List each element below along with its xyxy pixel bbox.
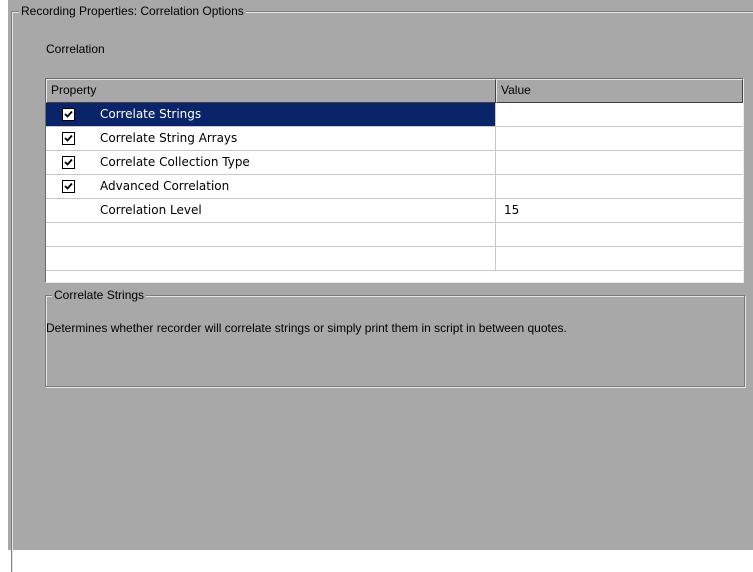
property-label: Correlation Level xyxy=(100,203,202,217)
property-label: Correlate String Arrays xyxy=(100,131,238,145)
checkbox-checked-icon[interactable] xyxy=(62,132,75,145)
checkbox-checked-icon[interactable] xyxy=(62,156,75,169)
grid-header: Property Value xyxy=(46,79,743,103)
property-label: Correlate Strings xyxy=(100,107,202,121)
property-cell[interactable] xyxy=(46,247,496,271)
property-label: Correlate Collection Type xyxy=(100,155,250,169)
checkbox-checked-icon[interactable] xyxy=(62,180,75,193)
grid-row-advanced-correlation[interactable]: Advanced Correlation xyxy=(46,175,743,199)
grid-row-correlation-level[interactable]: Correlation Level 15 xyxy=(46,199,743,223)
property-cell[interactable]: Correlate Strings xyxy=(46,103,496,127)
value-cell[interactable] xyxy=(496,151,743,175)
property-label: Advanced Correlation xyxy=(100,179,230,193)
properties-panel: Recording Properties: Correlation Option… xyxy=(8,0,753,572)
group-title: Recording Properties: Correlation Option… xyxy=(19,3,246,19)
description-text: Determines whether recorder will correla… xyxy=(46,321,567,335)
grid-row-empty[interactable] xyxy=(46,223,743,247)
grid-row-empty[interactable] xyxy=(46,247,743,271)
property-grid[interactable]: Property Value Correlate Strings Correla… xyxy=(45,78,744,283)
value-cell[interactable] xyxy=(496,103,743,127)
description-group: Correlate Strings Determines whether rec… xyxy=(45,287,745,387)
property-cell[interactable] xyxy=(46,223,496,247)
checkbox-checked-icon[interactable] xyxy=(62,108,75,121)
description-title: Correlate Strings xyxy=(52,287,147,303)
property-cell[interactable]: Correlate String Arrays xyxy=(46,127,496,151)
value-cell[interactable] xyxy=(496,175,743,199)
grid-rows: Correlate Strings Correlate String Array… xyxy=(46,103,743,271)
value-cell[interactable] xyxy=(496,247,743,271)
grid-row-correlate-collection-type[interactable]: Correlate Collection Type xyxy=(46,151,743,175)
grid-row-correlate-string-arrays[interactable]: Correlate String Arrays xyxy=(46,127,743,151)
column-header-property[interactable]: Property xyxy=(46,79,496,103)
property-cell[interactable]: Advanced Correlation xyxy=(46,175,496,199)
section-label: Correlation xyxy=(46,42,105,56)
value-cell[interactable] xyxy=(496,223,743,247)
property-cell[interactable]: Correlate Collection Type xyxy=(46,151,496,175)
property-cell[interactable]: Correlation Level xyxy=(46,199,496,223)
column-header-value[interactable]: Value xyxy=(496,79,743,103)
correlation-level-value[interactable]: 15 xyxy=(496,199,743,223)
correlation-options-page: Recording Properties: Correlation Option… xyxy=(0,0,753,572)
value-cell[interactable] xyxy=(496,127,743,151)
grid-row-correlate-strings[interactable]: Correlate Strings xyxy=(46,103,743,127)
